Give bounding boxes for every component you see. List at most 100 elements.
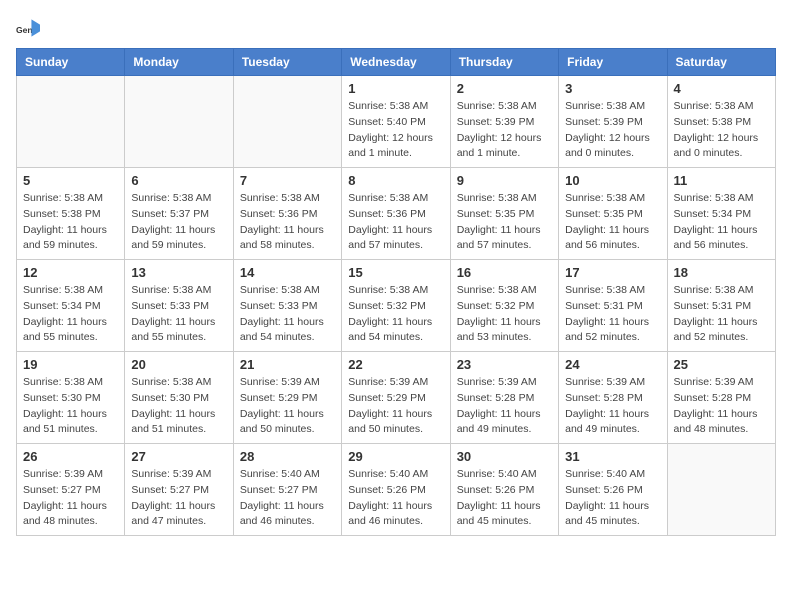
calendar-header-wednesday: Wednesday bbox=[342, 49, 450, 76]
calendar-day-cell: 28 Sunrise: 5:40 AM Sunset: 5:27 PM Dayli… bbox=[233, 444, 341, 536]
day-number: 26 bbox=[23, 449, 118, 464]
calendar-day-cell: 11Sunrise: 5:38 AM Sunset: 5:34 PM Dayli… bbox=[667, 168, 775, 260]
day-info: Sunrise: 5:40 AM Sunset: 5:26 PM Dayligh… bbox=[457, 467, 552, 530]
day-info: Sunrise: 5:39 AM Sunset: 5:28 PM Dayligh… bbox=[457, 375, 552, 438]
day-info: Sunrise: 5:38 AM Sunset: 5:39 PM Dayligh… bbox=[565, 99, 660, 162]
calendar-header-saturday: Saturday bbox=[667, 49, 775, 76]
day-number: 11 bbox=[674, 173, 769, 188]
calendar-week-row: 5 Sunrise: 5:38 AM Sunset: 5:38 PM Daylig… bbox=[17, 168, 776, 260]
day-info: Sunrise: 5:39 AM Sunset: 5:27 PM Dayligh… bbox=[131, 467, 226, 530]
calendar-day-cell: 14 Sunrise: 5:38 AM Sunset: 5:33 PM Dayli… bbox=[233, 260, 341, 352]
day-info: Sunrise: 5:38 AM Sunset: 5:30 PM Dayligh… bbox=[23, 375, 118, 438]
day-info: Sunrise: 5:38 AM Sunset: 5:40 PM Dayligh… bbox=[348, 99, 443, 162]
day-number: 7 bbox=[240, 173, 335, 188]
calendar-day-cell bbox=[233, 76, 341, 168]
day-number: 21 bbox=[240, 357, 335, 372]
calendar-day-cell: 15 Sunrise: 5:38 AM Sunset: 5:32 PM Dayli… bbox=[342, 260, 450, 352]
day-number: 17 bbox=[565, 265, 660, 280]
calendar-day-cell: 22 Sunrise: 5:39 AM Sunset: 5:29 PM Dayli… bbox=[342, 352, 450, 444]
day-info: Sunrise: 5:38 AM Sunset: 5:33 PM Dayligh… bbox=[131, 283, 226, 346]
calendar-day-cell: 4 Sunrise: 5:38 AM Sunset: 5:38 PM Daylig… bbox=[667, 76, 775, 168]
day-number: 30 bbox=[457, 449, 552, 464]
calendar-day-cell: 18 Sunrise: 5:38 AM Sunset: 5:31 PM Dayli… bbox=[667, 260, 775, 352]
day-info: Sunrise: 5:38 AM Sunset: 5:31 PM Dayligh… bbox=[674, 283, 769, 346]
calendar-day-cell: 31 Sunrise: 5:40 AM Sunset: 5:26 PM Dayli… bbox=[559, 444, 667, 536]
day-info: Sunrise: 5:38 AM Sunset: 5:35 PM Dayligh… bbox=[457, 191, 552, 254]
day-info: Sunrise: 5:39 AM Sunset: 5:29 PM Dayligh… bbox=[240, 375, 335, 438]
calendar-day-cell: 24Sunrise: 5:39 AM Sunset: 5:28 PM Dayli… bbox=[559, 352, 667, 444]
day-number: 12 bbox=[23, 265, 118, 280]
day-info: Sunrise: 5:38 AM Sunset: 5:34 PM Dayligh… bbox=[23, 283, 118, 346]
day-number: 4 bbox=[674, 81, 769, 96]
calendar-week-row: 19Sunrise: 5:38 AM Sunset: 5:30 PM Dayli… bbox=[17, 352, 776, 444]
day-number: 5 bbox=[23, 173, 118, 188]
day-number: 29 bbox=[348, 449, 443, 464]
day-info: Sunrise: 5:38 AM Sunset: 5:36 PM Dayligh… bbox=[240, 191, 335, 254]
day-number: 20 bbox=[131, 357, 226, 372]
calendar-header-tuesday: Tuesday bbox=[233, 49, 341, 76]
day-number: 16 bbox=[457, 265, 552, 280]
day-info: Sunrise: 5:40 AM Sunset: 5:26 PM Dayligh… bbox=[565, 467, 660, 530]
calendar-day-cell: 23 Sunrise: 5:39 AM Sunset: 5:28 PM Dayli… bbox=[450, 352, 558, 444]
day-number: 14 bbox=[240, 265, 335, 280]
day-number: 24 bbox=[565, 357, 660, 372]
day-number: 22 bbox=[348, 357, 443, 372]
day-info: Sunrise: 5:38 AM Sunset: 5:32 PM Dayligh… bbox=[457, 283, 552, 346]
day-info: Sunrise: 5:38 AM Sunset: 5:35 PM Dayligh… bbox=[565, 191, 660, 254]
calendar-day-cell bbox=[17, 76, 125, 168]
calendar-day-cell: 9 Sunrise: 5:38 AM Sunset: 5:35 PM Daylig… bbox=[450, 168, 558, 260]
calendar-header-monday: Monday bbox=[125, 49, 233, 76]
calendar-day-cell: 6 Sunrise: 5:38 AM Sunset: 5:37 PM Daylig… bbox=[125, 168, 233, 260]
calendar-day-cell: 10Sunrise: 5:38 AM Sunset: 5:35 PM Dayli… bbox=[559, 168, 667, 260]
logo: Gen bbox=[16, 16, 44, 40]
day-info: Sunrise: 5:40 AM Sunset: 5:26 PM Dayligh… bbox=[348, 467, 443, 530]
day-number: 1 bbox=[348, 81, 443, 96]
calendar-table: SundayMondayTuesdayWednesdayThursdayFrid… bbox=[16, 48, 776, 536]
day-info: Sunrise: 5:39 AM Sunset: 5:28 PM Dayligh… bbox=[674, 375, 769, 438]
calendar-day-cell: 25 Sunrise: 5:39 AM Sunset: 5:28 PM Dayli… bbox=[667, 352, 775, 444]
day-number: 18 bbox=[674, 265, 769, 280]
calendar-day-cell: 2Sunrise: 5:38 AM Sunset: 5:39 PM Daylig… bbox=[450, 76, 558, 168]
calendar-header-sunday: Sunday bbox=[17, 49, 125, 76]
day-number: 15 bbox=[348, 265, 443, 280]
day-number: 25 bbox=[674, 357, 769, 372]
day-number: 31 bbox=[565, 449, 660, 464]
calendar-day-cell: 19Sunrise: 5:38 AM Sunset: 5:30 PM Dayli… bbox=[17, 352, 125, 444]
calendar-day-cell: 29 Sunrise: 5:40 AM Sunset: 5:26 PM Dayli… bbox=[342, 444, 450, 536]
calendar-day-cell: 20Sunrise: 5:38 AM Sunset: 5:30 PM Dayli… bbox=[125, 352, 233, 444]
day-info: Sunrise: 5:38 AM Sunset: 5:31 PM Dayligh… bbox=[565, 283, 660, 346]
day-number: 27 bbox=[131, 449, 226, 464]
calendar-day-cell: 13 Sunrise: 5:38 AM Sunset: 5:33 PM Dayli… bbox=[125, 260, 233, 352]
day-number: 8 bbox=[348, 173, 443, 188]
day-info: Sunrise: 5:38 AM Sunset: 5:38 PM Dayligh… bbox=[23, 191, 118, 254]
calendar-header-thursday: Thursday bbox=[450, 49, 558, 76]
calendar-header-friday: Friday bbox=[559, 49, 667, 76]
calendar-day-cell: 17 Sunrise: 5:38 AM Sunset: 5:31 PM Dayli… bbox=[559, 260, 667, 352]
day-info: Sunrise: 5:38 AM Sunset: 5:33 PM Dayligh… bbox=[240, 283, 335, 346]
day-number: 13 bbox=[131, 265, 226, 280]
day-number: 9 bbox=[457, 173, 552, 188]
calendar-day-cell: 8Sunrise: 5:38 AM Sunset: 5:36 PM Daylig… bbox=[342, 168, 450, 260]
calendar-day-cell: 3 Sunrise: 5:38 AM Sunset: 5:39 PM Daylig… bbox=[559, 76, 667, 168]
day-info: Sunrise: 5:38 AM Sunset: 5:38 PM Dayligh… bbox=[674, 99, 769, 162]
day-number: 2 bbox=[457, 81, 552, 96]
day-info: Sunrise: 5:39 AM Sunset: 5:27 PM Dayligh… bbox=[23, 467, 118, 530]
logo-icon: Gen bbox=[16, 16, 40, 40]
day-info: Sunrise: 5:40 AM Sunset: 5:27 PM Dayligh… bbox=[240, 467, 335, 530]
calendar-week-row: 12 Sunrise: 5:38 AM Sunset: 5:34 PM Dayli… bbox=[17, 260, 776, 352]
calendar-day-cell: 26 Sunrise: 5:39 AM Sunset: 5:27 PM Dayli… bbox=[17, 444, 125, 536]
day-info: Sunrise: 5:38 AM Sunset: 5:37 PM Dayligh… bbox=[131, 191, 226, 254]
day-number: 28 bbox=[240, 449, 335, 464]
calendar-header-row: SundayMondayTuesdayWednesdayThursdayFrid… bbox=[17, 49, 776, 76]
calendar-day-cell: 12 Sunrise: 5:38 AM Sunset: 5:34 PM Dayli… bbox=[17, 260, 125, 352]
calendar-day-cell: 5 Sunrise: 5:38 AM Sunset: 5:38 PM Daylig… bbox=[17, 168, 125, 260]
day-number: 6 bbox=[131, 173, 226, 188]
day-number: 3 bbox=[565, 81, 660, 96]
day-info: Sunrise: 5:39 AM Sunset: 5:29 PM Dayligh… bbox=[348, 375, 443, 438]
day-number: 23 bbox=[457, 357, 552, 372]
svg-text:Gen: Gen bbox=[16, 25, 33, 35]
calendar-day-cell: 30 Sunrise: 5:40 AM Sunset: 5:26 PM Dayli… bbox=[450, 444, 558, 536]
calendar-day-cell: 1 Sunrise: 5:38 AM Sunset: 5:40 PM Daylig… bbox=[342, 76, 450, 168]
header: Gen bbox=[16, 16, 776, 40]
day-info: Sunrise: 5:38 AM Sunset: 5:32 PM Dayligh… bbox=[348, 283, 443, 346]
